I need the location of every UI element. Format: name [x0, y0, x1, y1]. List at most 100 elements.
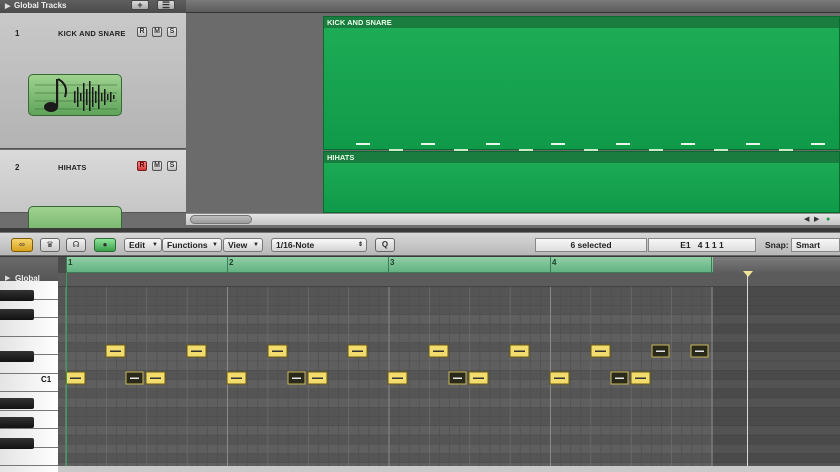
midi-note-selected[interactable] [287, 371, 306, 385]
region-mini-note [551, 143, 565, 145]
midi-note[interactable] [347, 344, 368, 358]
record-enable-button[interactable]: R [137, 27, 147, 37]
scroll-right-icon[interactable]: ▶ [814, 214, 819, 225]
outside-region-shade [713, 287, 840, 472]
zoom-icon[interactable]: ● [826, 214, 830, 225]
bar-tick [550, 257, 551, 273]
midi-note[interactable] [267, 344, 288, 358]
chevron-down-icon: ▼ [212, 242, 218, 248]
position-value: 4 1 1 1 [697, 240, 724, 250]
midi-note[interactable] [509, 344, 530, 358]
scrollbar-thumb[interactable] [190, 215, 252, 224]
midi-note[interactable] [468, 371, 489, 385]
black-key[interactable] [0, 290, 34, 301]
midi-note-selected[interactable] [610, 371, 629, 385]
snap-select[interactable]: Smart [791, 238, 840, 252]
midi-note[interactable] [226, 371, 247, 385]
note-grid-canvas[interactable] [58, 287, 840, 472]
midi-note-selected[interactable] [690, 344, 709, 358]
quantize-button[interactable]: Q [375, 238, 395, 252]
solo-button[interactable]: S [167, 161, 177, 171]
playhead-marker-icon[interactable] [743, 271, 753, 277]
midi-note[interactable] [549, 371, 570, 385]
mute-button[interactable]: M [152, 161, 162, 171]
midi-note[interactable] [428, 344, 449, 358]
bar-tick [711, 257, 712, 273]
midi-note[interactable] [630, 371, 651, 385]
midi-note[interactable] [590, 344, 611, 358]
edit-menu[interactable]: Edit ▼ [124, 238, 162, 252]
note-grid[interactable] [58, 287, 840, 472]
edit-menu-label: Edit [129, 240, 146, 250]
arrange-lanes[interactable]: KICK AND SNARE HIHATS [186, 13, 840, 213]
region-mini-note [421, 143, 435, 145]
quantize-select[interactable]: 1/16-Note ⇕ [271, 238, 367, 252]
midi-out-icon[interactable]: ♛ [40, 238, 60, 252]
bar-tick [388, 257, 389, 273]
midi-note[interactable] [307, 371, 328, 385]
bar-tick [227, 257, 228, 273]
midi-in-icon[interactable]: ☊ [66, 238, 86, 252]
arrange-horizontal-scrollbar[interactable]: ◀ ▶ ● [186, 213, 840, 225]
functions-menu[interactable]: Functions ▼ [162, 238, 222, 252]
catch-icon[interactable]: ● [94, 238, 116, 252]
snap-label: Snap: [765, 240, 789, 250]
selection-status: 6 selected [535, 238, 647, 252]
quantize-value: 1/16-Note [276, 240, 315, 250]
bar-tick [66, 257, 67, 273]
track-header-kick-and-snare[interactable]: 1 KICK AND SNARE R M S [0, 13, 186, 149]
midi-note-selected[interactable] [125, 371, 144, 385]
midi-note[interactable] [145, 371, 166, 385]
mute-button[interactable]: M [152, 27, 162, 37]
midi-region-kick-and-snare[interactable]: KICK AND SNARE [323, 16, 840, 151]
midi-note[interactable] [186, 344, 207, 358]
white-key[interactable] [0, 466, 58, 472]
record-enable-button[interactable]: R [137, 161, 147, 171]
position-display: E1 4 1 1 1 [648, 238, 756, 252]
midi-note[interactable] [105, 344, 126, 358]
black-key[interactable] [0, 438, 34, 449]
region-start-line [66, 273, 67, 472]
region-title: KICK AND SNARE [324, 17, 839, 28]
region-mini-note [746, 143, 760, 145]
track-icon-music-waveform [28, 74, 122, 116]
white-key[interactable] [0, 447, 58, 466]
region-mini-note [616, 143, 630, 145]
track-number: 2 [15, 163, 20, 172]
global-tracks-lane [58, 273, 840, 287]
playhead[interactable] [747, 271, 748, 472]
track-options-button[interactable]: ☰ [157, 0, 175, 10]
black-key[interactable] [0, 309, 34, 320]
chevron-down-icon: ▼ [253, 242, 259, 248]
midi-region-hihats[interactable]: HIHATS [323, 151, 840, 213]
midi-note-selected[interactable] [651, 344, 670, 358]
track-header-hihats[interactable]: 2 HIHATS R M S [0, 150, 186, 228]
view-menu[interactable]: View ▼ [223, 238, 263, 252]
chevron-down-icon: ▼ [152, 242, 158, 248]
ruler-outside-region[interactable] [713, 257, 840, 273]
midi-note-selected[interactable] [448, 371, 467, 385]
region-mini-note [486, 143, 500, 145]
disclosure-triangle-icon[interactable]: ▶ [5, 2, 10, 10]
link-icon[interactable]: ∞ [11, 238, 33, 252]
arrange-ruler[interactable] [186, 0, 840, 13]
black-key[interactable] [0, 417, 34, 428]
functions-menu-label: Functions [167, 240, 208, 250]
solo-button[interactable]: S [167, 27, 177, 37]
bar-number: 2 [229, 258, 234, 267]
black-key[interactable] [0, 398, 34, 409]
black-key[interactable] [0, 351, 34, 362]
track-name: HIHATS [58, 163, 87, 172]
midi-note[interactable] [387, 371, 408, 385]
midi-note[interactable] [65, 371, 86, 385]
track-name: KICK AND SNARE [58, 29, 126, 38]
bar-number: 1 [68, 258, 73, 267]
scroll-left-icon[interactable]: ◀ [804, 214, 809, 225]
bar-number: 4 [552, 258, 557, 267]
piano-roll-scrollbar[interactable] [58, 466, 840, 472]
piano-roll-toolbar: ∞ ♛ ☊ ● Edit ▼ Functions ▼ View ▼ 1/16-Note… [0, 232, 840, 256]
add-track-button[interactable]: + [131, 0, 149, 10]
white-key[interactable] [0, 318, 58, 337]
track-number: 1 [15, 29, 20, 38]
global-tracks-header[interactable]: ▶ Global Tracks + ☰ [0, 0, 186, 13]
